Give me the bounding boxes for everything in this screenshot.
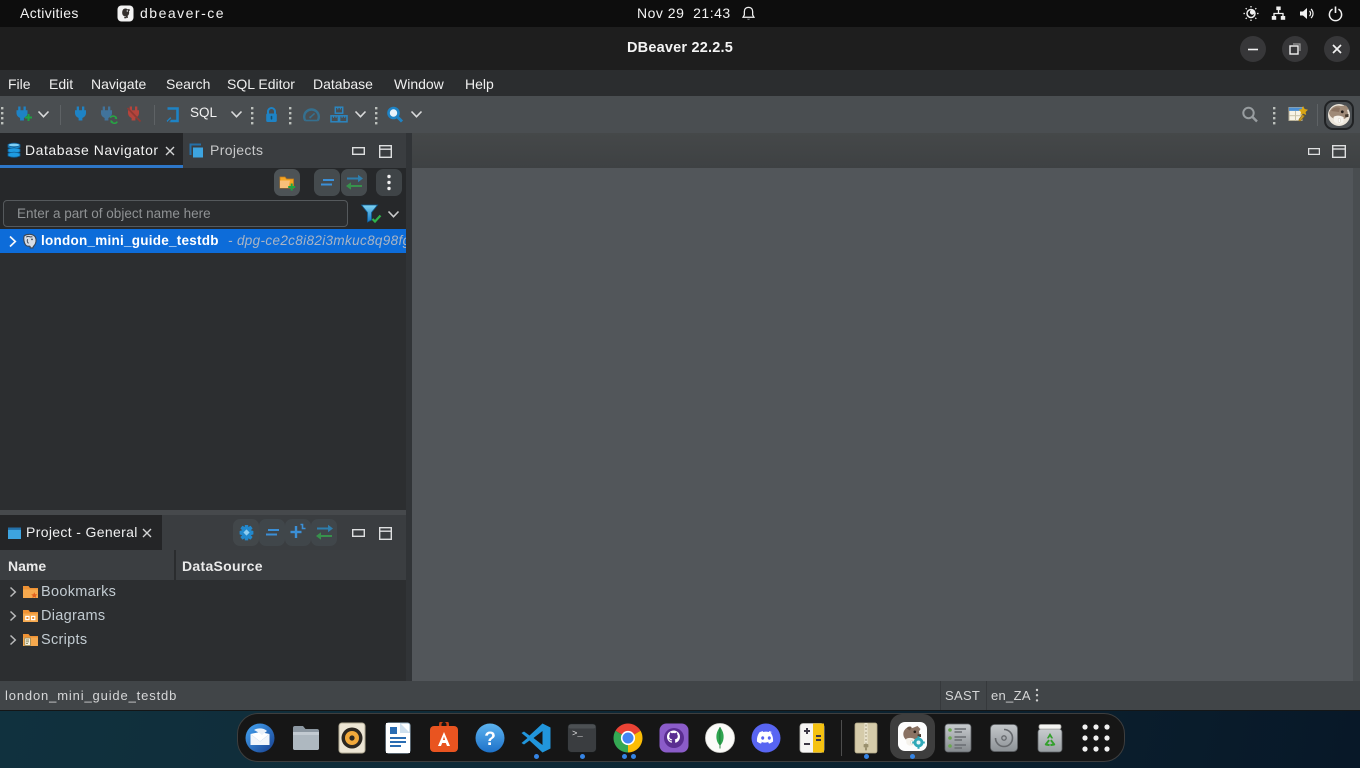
svg-text:?: ? — [484, 729, 496, 750]
svg-text:>_: >_ — [572, 729, 583, 739]
